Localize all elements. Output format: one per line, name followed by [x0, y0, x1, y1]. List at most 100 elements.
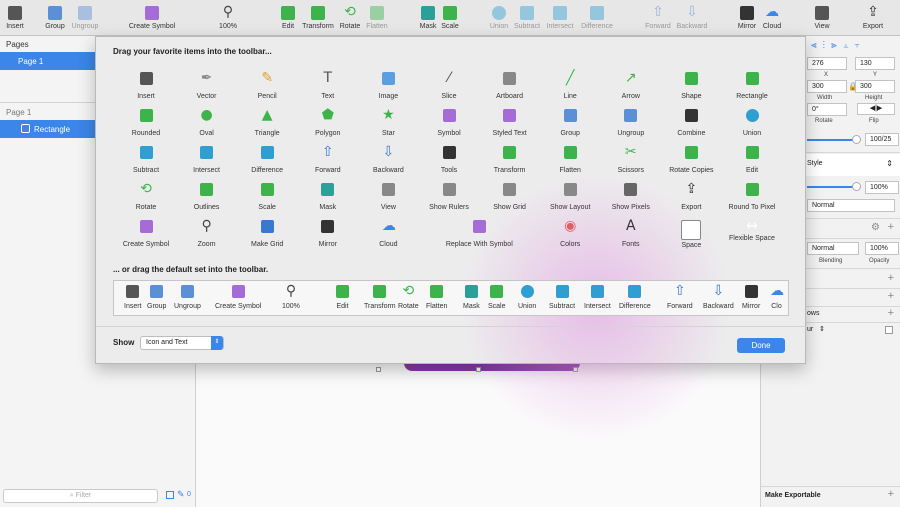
- width-field[interactable]: 300: [807, 80, 847, 93]
- default-toolbar-set[interactable]: Insert Group Ungroup Create Symbol ⚲ 100% Edit…: [113, 280, 789, 316]
- toolbar-item-oval[interactable]: ● Oval: [176, 108, 238, 139]
- height-field[interactable]: 300: [855, 80, 895, 93]
- toolbar-button-view[interactable]: View: [802, 3, 842, 33]
- toolbar-item-show-rulers[interactable]: Show Rulers: [418, 183, 480, 213]
- toolbar-item-view[interactable]: View: [357, 183, 419, 213]
- fill-slider-thumb[interactable]: [852, 182, 861, 191]
- toolbar-button-intersect[interactable]: Intersect: [540, 3, 580, 33]
- toolbar-item-create-symbol[interactable]: Create Symbol: [115, 220, 177, 250]
- toolbar-item-insert[interactable]: Insert: [115, 72, 177, 102]
- default-item-rotate[interactable]: ⟲ Rotate: [398, 284, 419, 313]
- toolbar-item-star[interactable]: ★ Star: [357, 108, 419, 139]
- show-mode-select[interactable]: Icon and Text ⇕: [140, 336, 224, 350]
- fill-slider-track[interactable]: [807, 186, 857, 188]
- default-item-group[interactable]: Group: [147, 285, 166, 313]
- default-item-union[interactable]: Union: [518, 285, 536, 313]
- toolbar-item-edit[interactable]: Edit: [721, 146, 783, 176]
- toolbar-item-intersect[interactable]: Intersect: [176, 146, 238, 176]
- flip-buttons[interactable]: ◀|▶: [857, 103, 895, 115]
- toolbar-item-space[interactable]: Space: [660, 220, 722, 250]
- default-item-insert[interactable]: Insert: [124, 285, 142, 313]
- toolbar-button-flatten[interactable]: Flatten: [357, 3, 397, 33]
- toolbar-item-line[interactable]: ╱ Line: [539, 71, 601, 102]
- toolbar-item-subtract[interactable]: Subtract: [115, 146, 177, 176]
- toolbar-item-mask[interactable]: Mask: [297, 183, 359, 213]
- toolbar-item-arrow[interactable]: ↗ Arrow: [600, 71, 662, 102]
- make-exportable-label[interactable]: Make Exportable: [765, 492, 821, 499]
- default-item-mask[interactable]: Mask: [463, 285, 480, 313]
- duplicate-icon[interactable]: [166, 491, 174, 499]
- default-item-subtract[interactable]: Subtract: [549, 285, 575, 313]
- toolbar-button-cloud[interactable]: ☁ Cloud: [752, 3, 792, 33]
- toolbar-item-ungroup[interactable]: Ungroup: [600, 109, 662, 139]
- default-item-edit[interactable]: Edit: [336, 285, 349, 313]
- toolbar-item-transform[interactable]: Transform: [479, 146, 541, 176]
- toolbar-item-artboard[interactable]: Artboard: [479, 72, 541, 102]
- toolbar-button-backward[interactable]: ⇩ Backward: [672, 3, 712, 33]
- toolbar-item-slice[interactable]: ⁄ Slice: [418, 71, 480, 102]
- done-button[interactable]: Done: [737, 338, 785, 353]
- default-item-scale[interactable]: Scale: [488, 285, 506, 313]
- toolbar-item-rotate[interactable]: ⟲ Rotate: [115, 182, 177, 213]
- toolbar-button-scale[interactable]: Scale: [430, 3, 470, 33]
- toolbar-item-zoom[interactable]: ⚲ Zoom: [176, 219, 238, 250]
- toolbar-item-cloud[interactable]: ☁ Cloud: [357, 219, 419, 250]
- rotate-field[interactable]: 0°: [807, 103, 847, 116]
- toolbar-item-tools[interactable]: Tools: [418, 146, 480, 176]
- toolbar-item-show-grid[interactable]: Show Grid: [479, 183, 541, 213]
- y-field[interactable]: 130: [855, 57, 895, 70]
- default-item-100-[interactable]: ⚲ 100%: [282, 284, 300, 313]
- layer-filter-input[interactable]: ⌕ Filter: [3, 489, 158, 503]
- toolbar-item-show-pixels[interactable]: Show Pixels: [600, 183, 662, 213]
- default-item-create-symbol[interactable]: Create Symbol: [215, 285, 261, 313]
- toolbar-button-create-symbol[interactable]: Create Symbol: [129, 3, 175, 33]
- default-item-ungroup[interactable]: Ungroup: [174, 285, 201, 313]
- blur-checkbox[interactable]: [885, 326, 893, 334]
- toolbar-item-scissors[interactable]: ✂ Scissors: [600, 145, 662, 176]
- toolbar-item-flexible-space[interactable]: ↔ Flexible Space: [721, 219, 783, 250]
- toolbar-item-difference[interactable]: Difference: [236, 146, 298, 176]
- toolbar-item-union[interactable]: Union: [721, 109, 783, 139]
- toolbar-item-vector[interactable]: ✒ Vector: [176, 71, 238, 102]
- toolbar-item-export[interactable]: ⇪ Export: [660, 182, 722, 213]
- opacity-field[interactable]: 100/25: [865, 133, 899, 146]
- toolbar-item-outlines[interactable]: Outlines: [176, 183, 238, 213]
- toolbar-item-styled-text[interactable]: Styled Text: [479, 109, 541, 139]
- toolbar-item-rounded[interactable]: Rounded: [115, 109, 177, 139]
- toolbar-item-rectangle[interactable]: Rectangle: [721, 72, 783, 102]
- gear-icon[interactable]: ⚙: [871, 222, 880, 233]
- x-field[interactable]: 276: [807, 57, 847, 70]
- toolbar-item-triangle[interactable]: ▲ Triangle: [236, 108, 298, 139]
- add-export-icon[interactable]: +: [888, 488, 894, 500]
- toolbar-item-image[interactable]: Image: [357, 72, 419, 102]
- toolbar-item-symbol[interactable]: Symbol: [418, 109, 480, 139]
- add-fill-icon[interactable]: +: [888, 272, 894, 284]
- blending-select[interactable]: Normal: [807, 242, 859, 255]
- toolbar-item-replace-with-symbol[interactable]: Replace With Symbol: [446, 220, 513, 250]
- toolbar-button-insert[interactable]: Insert: [0, 3, 35, 33]
- edit-pencil-icon[interactable]: ✎: [177, 489, 185, 500]
- align-icons[interactable]: ⫷⫶⫸⫠⫟: [811, 40, 866, 51]
- toolbar-item-round-to-pixel[interactable]: Round To Pixel: [721, 183, 783, 213]
- toolbar-item-group[interactable]: Group: [539, 109, 601, 139]
- default-item-difference[interactable]: Difference: [619, 285, 651, 313]
- toolbar-item-make-grid[interactable]: Make Grid: [236, 220, 298, 250]
- opacity-slider-thumb[interactable]: [852, 135, 861, 144]
- default-item-forward[interactable]: ⇧ Forward: [667, 284, 693, 313]
- toolbar-item-polygon[interactable]: ⬟ Polygon: [297, 108, 359, 139]
- layer-opacity-field[interactable]: 100%: [865, 242, 899, 255]
- default-item-intersect[interactable]: Intersect: [584, 285, 611, 313]
- default-item-clo[interactable]: ☁ Clo: [770, 284, 784, 313]
- default-item-backward[interactable]: ⇩ Backward: [703, 284, 734, 313]
- blend-mode-select[interactable]: Normal: [807, 199, 895, 212]
- fill-opacity-field[interactable]: 100%: [865, 181, 899, 194]
- default-item-mirror[interactable]: Mirror: [742, 285, 760, 313]
- opacity-slider-track[interactable]: [807, 139, 857, 141]
- add-border-icon[interactable]: +: [888, 290, 894, 302]
- toolbar-button-export[interactable]: ⇪ Export: [853, 3, 893, 33]
- toolbar-item-colors[interactable]: ◉ Colors: [539, 219, 601, 250]
- toolbar-button-ungroup[interactable]: Ungroup: [65, 3, 105, 33]
- add-shadow-icon[interactable]: +: [888, 307, 894, 319]
- toolbar-item-mirror[interactable]: Mirror: [297, 220, 359, 250]
- toolbar-item-pencil[interactable]: ✎ Pencil: [236, 71, 298, 102]
